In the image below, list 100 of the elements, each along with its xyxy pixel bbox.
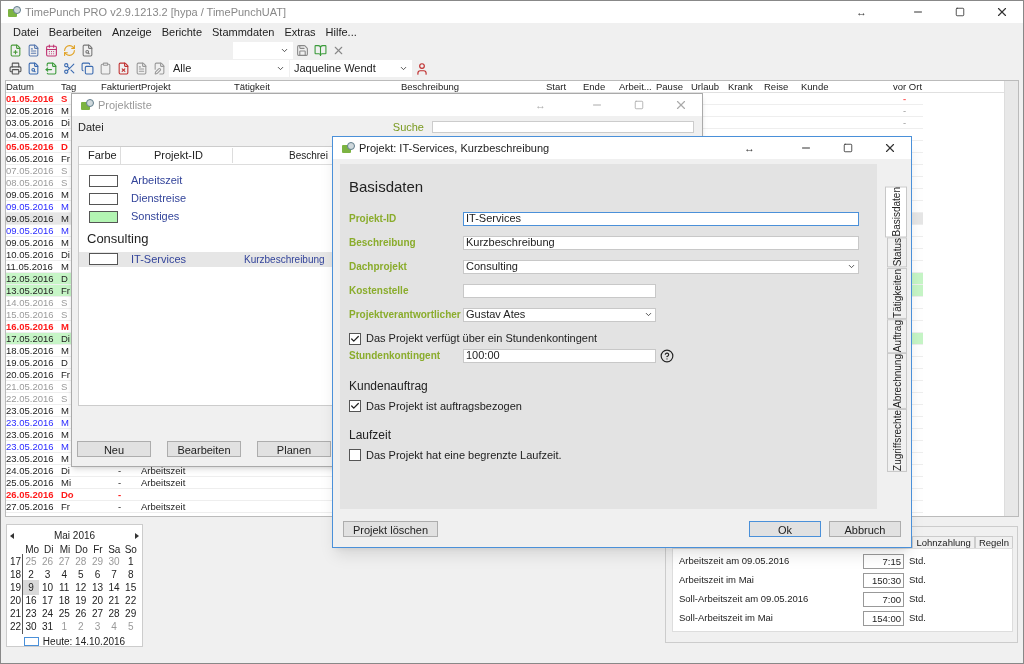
week-number: 17 (10, 554, 23, 569)
weekday: Fr (92, 543, 104, 555)
value-field: 150:30 (863, 573, 904, 588)
day-cell: S (61, 393, 68, 404)
date-cell: 27.05.2016 (6, 501, 54, 512)
value-field: 7:00 (863, 592, 904, 607)
day-cell: M (61, 429, 69, 440)
date-cell: 13.05.2016 (6, 285, 54, 296)
day-cell: S (61, 309, 68, 320)
project-cell: Arbeitszeit (141, 501, 186, 512)
week-number: 21 (10, 606, 23, 621)
date-cell: 22.05.2016 (6, 393, 54, 404)
date-cell: 07.05.2016 (6, 165, 54, 176)
day-cell: Di (61, 333, 70, 344)
week-number: 18 (10, 567, 23, 582)
day-cell: Do (61, 489, 74, 500)
day-cell: M (61, 213, 69, 224)
summary-label: Soll-Arbeitszeit am 09.05.2016 (679, 592, 810, 607)
date-cell: 24.05.2016 (6, 465, 54, 476)
day-cell: M (61, 441, 69, 452)
date-cell: 09.05.2016 (6, 225, 54, 236)
date-cell: 12.05.2016 (6, 273, 54, 284)
day-cell: M (61, 105, 69, 116)
date-cell: 04.05.2016 (6, 129, 54, 140)
date-cell: 23.05.2016 (6, 453, 54, 464)
search-label: Suche (392, 119, 424, 135)
date-cell: 20.05.2016 (6, 369, 54, 380)
window-title: TimePunch PRO v2.9.1213.2 [hypa / TimePunchUAT] (25, 4, 287, 20)
project-description: Kurzbeschreibung (244, 252, 325, 267)
day-cell: S (61, 381, 68, 392)
day-cell: M (61, 417, 69, 428)
day-cell: Fr (61, 285, 70, 296)
day-cell: Di (61, 249, 70, 260)
billed-cell: - (118, 501, 122, 512)
date-cell: 21.05.2016 (6, 381, 54, 392)
date-cell: 01.05.2016 (6, 93, 54, 104)
billed-cell: - (118, 465, 122, 476)
week-number: 20 (10, 593, 23, 608)
day-cell: S (61, 93, 68, 104)
day-cell: D (61, 357, 68, 368)
summary-label: Soll-Arbeitszeit im Mai (679, 611, 774, 626)
week-number: 19 (10, 580, 23, 595)
date-cell: 14.05.2016 (6, 297, 54, 308)
weekday: Do (74, 543, 89, 555)
date-cell: 10.05.2016 (6, 249, 54, 260)
day-cell: Fr (61, 153, 70, 164)
day-cell: M (61, 189, 69, 200)
field-label: Projektverantwortlicher (349, 308, 462, 322)
day-cell: S (61, 165, 68, 176)
date-cell: 26.05.2016 (6, 489, 54, 500)
day-cell: Mi (61, 477, 72, 488)
week-number: 22 (10, 619, 23, 634)
unit-label: Std. (909, 573, 926, 588)
day-cell: Di (61, 117, 70, 128)
day-cell: M (61, 129, 69, 140)
window-title: Projekt: IT-Services, Kurzbeschreibung (359, 140, 550, 156)
date-cell: 06.05.2016 (6, 153, 54, 164)
day-cell: M (61, 225, 69, 236)
date-cell: 09.05.2016 (6, 201, 54, 212)
date-cell: 17.05.2016 (6, 333, 54, 344)
date-cell: 25.05.2016 (6, 477, 54, 488)
date-cell: 03.05.2016 (6, 117, 54, 128)
day-cell: M (61, 237, 69, 248)
date-cell: 23.05.2016 (6, 405, 54, 416)
checkbox-label: Das Projekt hat eine begrenzte Laufzeit. (366, 448, 562, 463)
date-cell: 08.05.2016 (6, 177, 54, 188)
project-id: Dienstreise (131, 191, 188, 207)
unit-label: Std. (909, 592, 926, 607)
summary-label: Arbeitszeit im Mai (679, 573, 755, 588)
group-heading: Consulting (87, 230, 149, 248)
date-cell: 18.05.2016 (6, 345, 54, 356)
weekday: So (123, 543, 138, 555)
date-cell: 19.05.2016 (6, 357, 54, 368)
day-cell: M (61, 345, 69, 356)
project-cell: Arbeitszeit (141, 477, 186, 488)
date-cell: 05.05.2016 (6, 141, 54, 152)
project-cell: Arbeitszeit (141, 465, 186, 476)
unit-label: Std. (909, 611, 926, 626)
field-label: Beschreibung (349, 236, 417, 250)
field-label: Kostenstelle (349, 284, 410, 298)
project-id: Sonstiges (131, 209, 181, 225)
day-cell: S (61, 297, 68, 308)
billed-cell: - (118, 477, 122, 488)
date-cell: 23.05.2016 (6, 417, 54, 428)
weekday: Mi (58, 543, 72, 555)
weekday: Di (42, 543, 55, 555)
day-cell: Fr (61, 369, 70, 380)
checkbox-label: Das Projekt verfügt über ein Stundenkontingent (366, 331, 598, 347)
date-cell: 09.05.2016 (6, 189, 54, 200)
date-cell: 16.05.2016 (6, 321, 54, 332)
field-label: Projekt-ID (349, 212, 398, 226)
resize-glyph: ↔ (744, 140, 755, 156)
value-field: 7:15 (863, 554, 904, 569)
billed-cell: - (118, 489, 122, 500)
checkbox-label: Das Projekt ist auftragsbezogen (366, 398, 522, 414)
value-field: 154:00 (863, 611, 904, 626)
project-id: IT-Services (131, 251, 187, 267)
day-cell: S (61, 177, 68, 188)
field-label: Dachprojekt (349, 260, 408, 274)
summary-label: Arbeitszeit am 09.05.2016 (679, 554, 791, 569)
